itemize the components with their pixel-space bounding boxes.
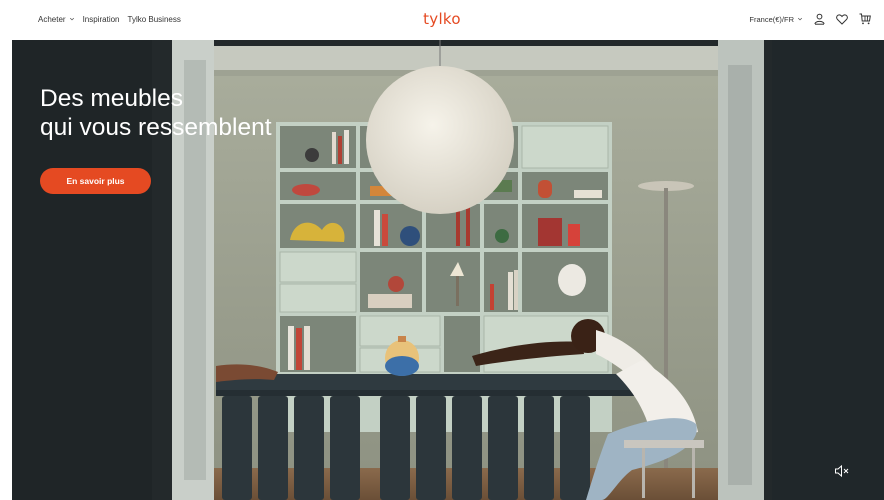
cart-icon	[859, 13, 871, 25]
heart-icon	[836, 13, 848, 25]
nav-label-inspiration: Inspiration	[82, 14, 120, 24]
chevron-down-icon	[797, 17, 803, 21]
region-label: France(€)/FR	[749, 14, 794, 24]
hero-title-line2: qui vous ressemblent	[40, 114, 272, 141]
nav-item-acheter[interactable]: Acheter	[38, 15, 75, 24]
site-header: Acheter Inspiration Tylko Business tylko…	[0, 0, 884, 38]
logo[interactable]: tylko	[423, 10, 461, 28]
user-icon	[814, 13, 824, 25]
region-selector[interactable]: France(€)/FR	[749, 15, 803, 24]
nav-label-acheter: Acheter	[38, 14, 66, 24]
hero-title-line1: Des meubles	[40, 85, 183, 112]
mute-button[interactable]	[834, 464, 850, 478]
account-button[interactable]	[812, 12, 826, 26]
learn-more-button[interactable]: En savoir plus	[40, 168, 151, 194]
hero-section: Des meubles qui vous ressemblent En savo…	[12, 40, 884, 500]
hero-title: Des meubles qui vous ressemblent	[40, 84, 272, 142]
chevron-down-icon	[69, 17, 74, 21]
nav-label-business: Tylko Business	[127, 14, 181, 24]
header-actions: France(€)/FR	[749, 0, 872, 38]
main-nav: Acheter Inspiration Tylko Business	[38, 0, 181, 38]
cart-button[interactable]	[858, 12, 872, 26]
speaker-muted-icon	[835, 464, 849, 478]
nav-item-inspiration[interactable]: Inspiration	[83, 15, 120, 24]
nav-item-business[interactable]: Tylko Business	[128, 15, 181, 24]
wishlist-button[interactable]	[835, 12, 849, 26]
